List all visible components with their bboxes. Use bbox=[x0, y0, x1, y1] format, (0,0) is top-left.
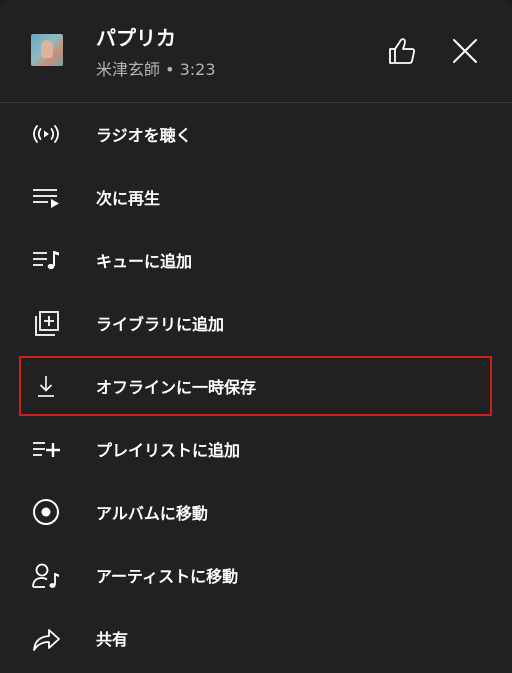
playlist-add-icon bbox=[30, 434, 62, 464]
thumbs-up-icon bbox=[389, 38, 415, 64]
menu-item-label: 次に再生 bbox=[96, 189, 161, 208]
library-add-icon bbox=[30, 308, 62, 338]
song-artist-duration: 米津玄師 • 3:23 bbox=[96, 60, 216, 79]
menu-item-label: プレイリストに追加 bbox=[96, 441, 241, 460]
album-icon bbox=[30, 497, 62, 527]
song-title: パプリカ bbox=[96, 26, 176, 50]
artist-icon bbox=[30, 560, 62, 590]
menu-item-play-next[interactable]: 次に再生 bbox=[0, 165, 512, 228]
album-thumbnail bbox=[31, 34, 63, 66]
close-icon bbox=[453, 39, 477, 63]
like-button[interactable] bbox=[386, 35, 418, 67]
menu-item-label: アーティストに移動 bbox=[96, 567, 239, 586]
menu-item-add-to-queue[interactable]: キューに追加 bbox=[0, 228, 512, 291]
menu-item-label: キューに追加 bbox=[96, 252, 193, 271]
menu-item-go-to-album[interactable]: アルバムに移動 bbox=[0, 480, 512, 543]
add-to-queue-icon bbox=[30, 245, 62, 275]
menu-item-label: 共有 bbox=[96, 630, 129, 649]
menu-item-label: アルバムに移動 bbox=[96, 504, 208, 523]
share-icon bbox=[30, 623, 62, 653]
song-header: パプリカ 米津玄師 • 3:23 bbox=[0, 0, 512, 103]
close-button[interactable] bbox=[449, 35, 481, 67]
menu-item-go-to-artist[interactable]: アーティストに移動 bbox=[0, 543, 512, 606]
download-icon bbox=[30, 371, 62, 401]
menu-item-label: オフラインに一時保存 bbox=[96, 378, 257, 397]
action-sheet: パプリカ 米津玄師 • 3:23 ラジオを聴く 次に再生 キューに追加 ライブラ… bbox=[0, 0, 512, 673]
menu-item-label: ライブラリに追加 bbox=[96, 315, 225, 334]
play-next-icon bbox=[30, 182, 62, 212]
menu-item-save-offline[interactable]: オフラインに一時保存 bbox=[0, 354, 512, 417]
menu-item-add-to-library[interactable]: ライブラリに追加 bbox=[0, 291, 512, 354]
menu-item-add-to-playlist[interactable]: プレイリストに追加 bbox=[0, 417, 512, 480]
menu-item-share[interactable]: 共有 bbox=[0, 606, 512, 669]
radio-icon bbox=[30, 119, 62, 149]
menu-item-radio[interactable]: ラジオを聴く bbox=[0, 102, 512, 165]
menu-item-label: ラジオを聴く bbox=[96, 126, 192, 145]
